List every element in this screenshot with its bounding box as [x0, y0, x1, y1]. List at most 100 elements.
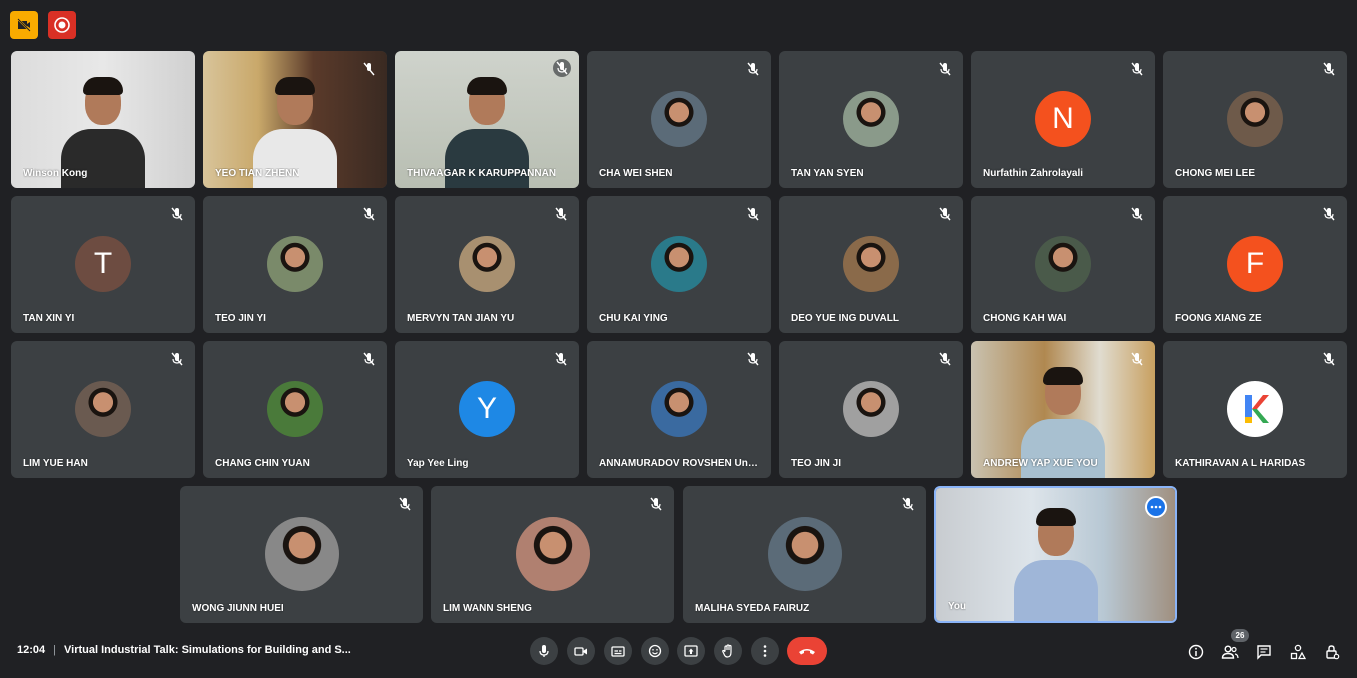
participant-tile[interactable]: LIM YUE HAN [11, 341, 195, 478]
info-button[interactable] [1186, 642, 1206, 662]
participant-tile[interactable]: T TAN XIN YI [11, 196, 195, 333]
participant-tile[interactable]: LIM WANN SHENG [431, 486, 674, 623]
people-icon [1221, 645, 1239, 659]
participant-name: MERVYN TAN JIAN YU [407, 313, 515, 324]
mic-off-icon [361, 206, 377, 222]
captions-button[interactable] [604, 637, 632, 665]
participant-name: LIM YUE HAN [23, 458, 88, 469]
participant-tile[interactable]: KATHIRAVAN A L HARIDAS [1163, 341, 1347, 478]
more-options-button[interactable] [751, 637, 779, 665]
participant-name: You [948, 601, 967, 612]
mic-off-icon [361, 351, 377, 367]
participant-name: THIVAAGAR K KARUPPANNAN [407, 168, 557, 179]
present-icon [684, 645, 698, 657]
profile-photo [1035, 236, 1091, 292]
more-options-icon [763, 645, 767, 657]
participant-tile[interactable]: THIVAAGAR K KARUPPANNAN [395, 51, 579, 188]
tile-more-options-button[interactable] [1145, 496, 1167, 518]
hair [83, 77, 123, 95]
chat-icon [1257, 645, 1271, 660]
activities-icon [1290, 644, 1306, 660]
participant-tile[interactable]: MALIHA SYEDA FAIRUZ [683, 486, 926, 623]
participant-name: CHANG CHIN YUAN [215, 458, 310, 469]
recording-icon[interactable] [48, 11, 76, 39]
profile-photo [651, 236, 707, 292]
participant-tile[interactable]: TAN YAN SYEN [779, 51, 963, 188]
participant-name: CHONG MEI LEE [1175, 168, 1256, 179]
mic-off-icon [1129, 61, 1145, 77]
participant-tile[interactable]: CHONG MEI LEE [1163, 51, 1347, 188]
avatar-letter: Y [476, 392, 497, 425]
torso [1021, 419, 1105, 478]
people-button[interactable] [1220, 642, 1240, 662]
torso [61, 129, 145, 188]
mic-off-icon [1321, 61, 1337, 77]
letter-avatar: F [1227, 236, 1283, 292]
separator: | [53, 644, 56, 656]
participant-tile[interactable]: Y Yap Yee Ling [395, 341, 579, 478]
participant-tile[interactable]: MERVYN TAN JIAN YU [395, 196, 579, 333]
profile-photo [1227, 91, 1283, 147]
participant-tile[interactable]: CHONG KAH WAI [971, 196, 1155, 333]
participant-name: Winson Kong [23, 168, 88, 179]
avatar-letter: F [1245, 247, 1265, 280]
participant-tile[interactable]: F FOONG XIANG ZE [1163, 196, 1347, 333]
torso [253, 129, 337, 188]
participant-name: MALIHA SYEDA FAIRUZ [695, 603, 810, 614]
participant-name: CHU KAI YING [599, 313, 668, 324]
clock: 12:04 [17, 644, 46, 656]
profile-photo [651, 381, 707, 437]
mic-off-icon [937, 61, 953, 77]
participant-tile[interactable]: TEO JIN YI [203, 196, 387, 333]
logo-avatar [1227, 381, 1283, 437]
participant-tile[interactable]: TEO JIN JI [779, 341, 963, 478]
mic-off-icon [553, 351, 569, 367]
info-icon [1188, 644, 1204, 660]
participant-name: DEO YUE ING DUVALL [791, 313, 899, 324]
participant-tile[interactable]: CHA WEI SHEN [587, 51, 771, 188]
mic-off-icon [169, 206, 185, 222]
meeting-details[interactable]: 12:04 | Virtual Industrial Talk: Simulatio… [17, 644, 351, 656]
avatar-letter: T [93, 247, 113, 280]
mic-off-icon [745, 206, 761, 222]
participant-tile[interactable]: DEO YUE ING DUVALL [779, 196, 963, 333]
participant-tile[interactable]: ANDREW YAP XUE YOU [971, 341, 1155, 478]
mic-off-icon [169, 351, 185, 367]
profile-photo [264, 517, 339, 591]
activities-button[interactable] [1288, 642, 1308, 662]
participant-tile[interactable]: ANNAMURADOV ROVSHEN Unk... [587, 341, 771, 478]
participant-tile[interactable]: Winson Kong [11, 51, 195, 188]
participant-name: ANNAMURADOV ROVSHEN Unk... [599, 458, 759, 469]
hair [275, 77, 315, 95]
mic-off-icon [745, 351, 761, 367]
emoji-button[interactable] [641, 637, 669, 665]
meeting-title: Virtual Industrial Talk: Simulations for… [64, 644, 351, 656]
participant-tile[interactable]: CHANG CHIN YUAN [203, 341, 387, 478]
participant-tile[interactable]: YEO TIAN ZHENN [203, 51, 387, 188]
hair [1036, 508, 1076, 526]
participant-name: TEO JIN JI [791, 458, 842, 469]
mic-off-icon [1129, 351, 1145, 367]
end-call-button[interactable] [787, 637, 827, 665]
participant-tile[interactable]: CHU KAI YING [587, 196, 771, 333]
mic-off-icon [900, 496, 916, 512]
camera-button[interactable] [567, 637, 595, 665]
raise-hand-button[interactable] [714, 637, 742, 665]
participant-tile[interactable]: N Nurfathin Zahrolayali [971, 51, 1155, 188]
participant-tile[interactable]: WONG JIUNN HUEI [180, 486, 423, 623]
host-controls-button[interactable] [1322, 642, 1342, 662]
participant-name: Yap Yee Ling [407, 458, 469, 469]
present-button[interactable] [677, 637, 705, 665]
participant-name: TAN XIN YI [23, 313, 75, 324]
chat-button[interactable] [1254, 642, 1274, 662]
camera-icon [574, 647, 587, 656]
mic-off-icon [553, 206, 569, 222]
self-tile[interactable]: You [934, 486, 1177, 623]
microphone-button[interactable] [530, 637, 558, 665]
video-off-indicator-icon[interactable] [10, 11, 38, 39]
emoji-icon [648, 644, 662, 658]
participant-count-badge: 26 [1231, 629, 1249, 642]
participant-name: TEO JIN YI [215, 313, 266, 324]
letter-avatar: N [1035, 91, 1091, 147]
participant-name: TAN YAN SYEN [791, 168, 864, 179]
